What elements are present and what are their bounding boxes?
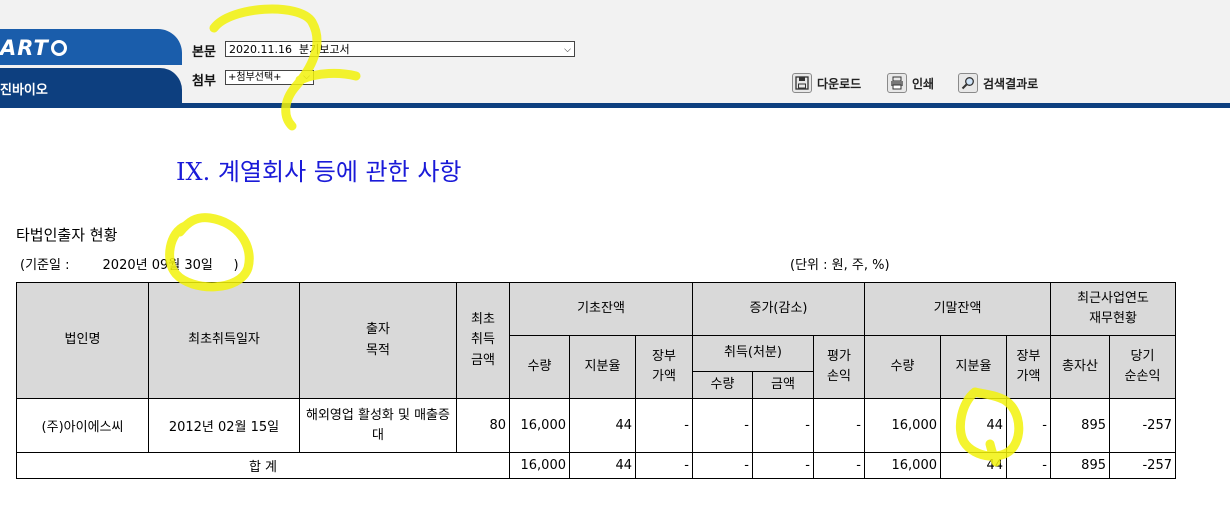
attach-select-value: +첨부선택+ (228, 72, 282, 83)
cell-chg-valuation: - (813, 398, 865, 453)
magnifier-icon (958, 73, 978, 93)
col-begin-book: 장부 가액 (635, 335, 693, 399)
cell-purpose: 해외영업 활성화 및 매출증대 (299, 398, 457, 453)
cell-total-begin-book: - (635, 452, 693, 479)
col-first-acq-date: 최초취득일자 (148, 282, 300, 399)
cell-chg-qty: - (692, 398, 753, 453)
viewer-header: ART 진바이오 본문 2020.11.16 분기보고서 ⌵ 첨부 +첨부선택+… (0, 0, 1230, 108)
col-end-ratio: 지분율 (940, 335, 1007, 399)
logo-text: ART (0, 36, 49, 60)
cell-total-end-qty: 16,000 (864, 452, 941, 479)
cell-chg-amount: - (752, 398, 814, 453)
col-purpose: 출자 목적 (299, 282, 457, 399)
cell-total-label: 합 계 (16, 452, 510, 479)
base-date: (기준일 : 2020년 09월 30일 ) (20, 258, 239, 273)
col-chg-amount: 금액 (752, 371, 814, 399)
col-begin-balance: 기초잔액 (509, 282, 693, 336)
total-row: 합 계 16,000 44 - - - - 16,000 44 - 895 -2… (16, 452, 1176, 479)
cell-end-qty: 16,000 (864, 398, 941, 453)
col-recent-fin: 최근사업연도 재무현황 (1050, 282, 1176, 336)
logo-circle-icon (50, 40, 67, 56)
sub-title: 타법인출자 현황 (16, 226, 118, 244)
col-total-assets: 총자산 (1050, 335, 1110, 399)
cell-total-net-income: -257 (1109, 452, 1176, 479)
col-end-qty: 수량 (864, 335, 941, 399)
cell-end-ratio: 44 (940, 398, 1007, 453)
cell-total-begin-qty: 16,000 (509, 452, 570, 479)
cell-first-acq-amount: 80 (456, 398, 510, 453)
cell-end-book: - (1006, 398, 1051, 453)
investment-table: 법인명 최초취득일자 출자 목적 최초 취득 금액 기초잔액 증가(감소) 기말… (16, 282, 1176, 479)
company-name: 진바이오 (0, 83, 48, 98)
section-title: IX. 계열회사 등에 관한 사항 (176, 158, 462, 186)
print-label: 인쇄 (912, 76, 935, 91)
cell-net-income: -257 (1109, 398, 1176, 453)
table-row: (주)아이에스씨 2012년 02월 15일 해외영업 활성화 및 매출증대 8… (16, 398, 1176, 453)
col-begin-qty: 수량 (509, 335, 570, 399)
dart-logo[interactable]: ART (0, 36, 67, 60)
cell-total-chg-valuation: - (813, 452, 865, 479)
save-icon (792, 73, 812, 93)
cell-total-end-book: - (1006, 452, 1051, 479)
cell-total-total-assets: 895 (1050, 452, 1110, 479)
col-valuation-pl: 평가 손익 (813, 335, 865, 399)
cell-first-acq-date: 2012년 02월 15일 (148, 398, 300, 453)
download-button[interactable]: 다운로드 (792, 72, 861, 94)
attach-label: 첨부 (192, 74, 216, 89)
cell-begin-ratio: 44 (569, 398, 636, 453)
download-label: 다운로드 (817, 76, 862, 91)
search-results-label: 검색결과로 (983, 76, 1039, 91)
chevron-down-icon: ⌵ (564, 45, 571, 55)
attach-select[interactable]: +첨부선택+ ⌵ (225, 70, 314, 85)
cell-corp-name: (주)아이에스씨 (16, 398, 149, 453)
header-row: 법인명 최초취득일자 출자 목적 최초 취득 금액 기초잔액 증가(감소) 기말… (16, 282, 1176, 399)
chevron-down-icon: ⌵ (303, 72, 310, 82)
cell-total-begin-ratio: 44 (569, 452, 636, 479)
col-chg-qty: 수량 (692, 371, 753, 399)
col-end-book: 장부 가액 (1006, 335, 1051, 399)
report-label: 본문 (192, 45, 216, 60)
report-select-value: 2020.11.16 분기보고서 (229, 43, 350, 56)
cell-begin-book: - (635, 398, 693, 453)
header-divider (0, 103, 1230, 108)
cell-total-chg-amount: - (752, 452, 814, 479)
highlight-mark-date (165, 213, 254, 292)
col-corp-name: 법인명 (16, 282, 149, 399)
col-end-balance: 기말잔액 (864, 282, 1051, 336)
col-change: 증가(감소) (692, 282, 865, 336)
col-net-income: 당기 순손익 (1109, 335, 1176, 399)
search-results-button[interactable]: 검색결과로 (958, 72, 1038, 94)
cell-total-end-ratio: 44 (940, 452, 1007, 479)
cell-total-assets: 895 (1050, 398, 1110, 453)
cell-begin-qty: 16,000 (509, 398, 570, 453)
col-acq-disp: 취득(처분) (692, 335, 814, 372)
col-first-acq-amount: 최초 취득 금액 (456, 282, 510, 399)
col-begin-ratio: 지분율 (569, 335, 636, 399)
report-select[interactable]: 2020.11.16 분기보고서 ⌵ (225, 41, 575, 57)
print-button[interactable]: 인쇄 (887, 72, 934, 94)
cell-total-chg-qty: - (692, 452, 753, 479)
printer-icon (887, 73, 907, 93)
unit-note: (단위 : 원, 주, %) (790, 258, 890, 273)
